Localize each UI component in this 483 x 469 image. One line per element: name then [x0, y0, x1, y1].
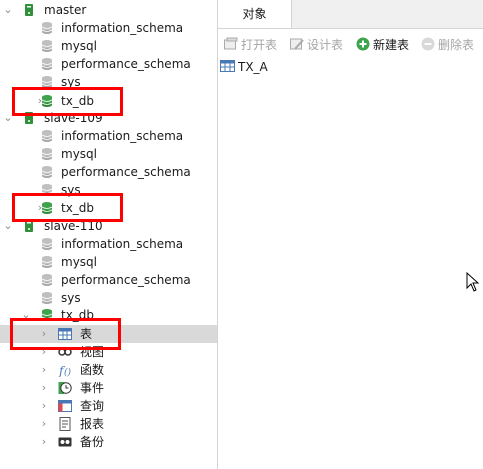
database-gray-icon	[41, 58, 53, 70]
database-sys[interactable]: sys	[0, 289, 217, 307]
new-table-button[interactable]: 新建表	[356, 34, 409, 56]
collapse-chevron-icon[interactable]: ⌄	[2, 1, 14, 19]
database-performance-schema[interactable]: performance_schema	[0, 55, 217, 73]
highlight-box	[12, 87, 123, 116]
object-item-tx-a[interactable]: TX_A	[220, 58, 268, 76]
navigation-tree: ⌄ master information_schema mysql perfor…	[0, 0, 217, 469]
tab-objects[interactable]: 对象	[218, 0, 292, 28]
open-table-icon	[224, 37, 238, 50]
report-icon	[59, 417, 71, 431]
event-clock-icon	[58, 382, 72, 394]
server-icon	[25, 4, 33, 16]
database-gray-icon	[41, 130, 53, 142]
database-gray-icon	[41, 256, 53, 268]
tree-item-events[interactable]: › 事件	[0, 379, 217, 397]
database-performance-schema[interactable]: performance_schema	[0, 271, 217, 289]
database-gray-icon	[41, 40, 53, 52]
delete-table-minus-icon	[421, 37, 435, 51]
tree-item-functions[interactable]: › f() 函数	[0, 361, 217, 379]
database-mysql[interactable]: mysql	[0, 37, 217, 55]
delete-table-button[interactable]: 删除表	[421, 34, 474, 56]
table-icon	[220, 60, 235, 72]
database-label: information_schema	[61, 21, 184, 35]
database-information-schema[interactable]: information_schema	[0, 127, 217, 145]
object-pane: 对象 打开表 设计表 新建表 删除表 TX_A	[218, 0, 483, 469]
database-label: information_schema	[61, 129, 184, 143]
database-label: performance_schema	[61, 57, 191, 71]
database-information-schema[interactable]: information_schema	[0, 235, 217, 253]
expand-chevron-icon[interactable]: ›	[38, 379, 50, 397]
design-table-icon	[290, 38, 304, 50]
query-icon	[58, 400, 72, 412]
database-gray-icon	[41, 22, 53, 34]
mouse-cursor-icon	[466, 272, 480, 292]
database-mysql[interactable]: mysql	[0, 253, 217, 271]
expand-chevron-icon[interactable]: ›	[38, 433, 50, 451]
database-label: sys	[61, 291, 81, 305]
database-mysql[interactable]: mysql	[0, 145, 217, 163]
database-label: performance_schema	[61, 165, 191, 179]
open-table-button[interactable]: 打开表	[224, 34, 277, 56]
connection-master[interactable]: ⌄ master	[0, 1, 217, 19]
object-toolbar: 打开表 设计表 新建表 删除表	[218, 34, 483, 56]
database-label: mysql	[61, 255, 97, 269]
database-label: information_schema	[61, 237, 184, 251]
connection-label: master	[44, 3, 87, 17]
new-table-plus-icon	[356, 37, 370, 51]
highlight-box	[12, 193, 123, 222]
expand-chevron-icon[interactable]: ›	[38, 361, 50, 379]
database-gray-icon	[41, 238, 53, 250]
function-icon: f()	[58, 364, 72, 377]
svg-text:(): ()	[64, 367, 72, 377]
database-gray-icon	[41, 148, 53, 160]
database-label: performance_schema	[61, 273, 191, 287]
database-label: mysql	[61, 147, 97, 161]
highlight-box	[10, 318, 121, 350]
tree-item-queries[interactable]: › 查询	[0, 397, 217, 415]
backup-icon	[58, 437, 72, 447]
expand-chevron-icon[interactable]: ›	[38, 397, 50, 415]
database-information-schema[interactable]: information_schema	[0, 19, 217, 37]
tree-item-label: 函数	[80, 363, 105, 377]
object-item-label: TX_A	[238, 60, 268, 74]
design-table-label: 设计表	[307, 38, 344, 52]
tab-bar: 对象	[218, 0, 483, 29]
database-performance-schema[interactable]: performance_schema	[0, 163, 217, 181]
tree-item-backups[interactable]: › 备份	[0, 433, 217, 451]
open-table-label: 打开表	[241, 38, 278, 52]
delete-table-label: 删除表	[438, 38, 475, 52]
tree-item-label: 查询	[80, 399, 105, 413]
tree-item-reports[interactable]: › 报表	[0, 415, 217, 433]
database-gray-icon	[41, 292, 53, 304]
database-gray-icon	[41, 166, 53, 178]
tree-item-label: 报表	[80, 417, 105, 431]
new-table-label: 新建表	[373, 38, 410, 52]
tree-item-label: 事件	[80, 381, 105, 395]
design-table-button[interactable]: 设计表	[290, 34, 343, 56]
expand-chevron-icon[interactable]: ›	[38, 415, 50, 433]
database-gray-icon	[41, 274, 53, 286]
tree-item-label: 备份	[80, 435, 105, 449]
database-label: mysql	[61, 39, 97, 53]
